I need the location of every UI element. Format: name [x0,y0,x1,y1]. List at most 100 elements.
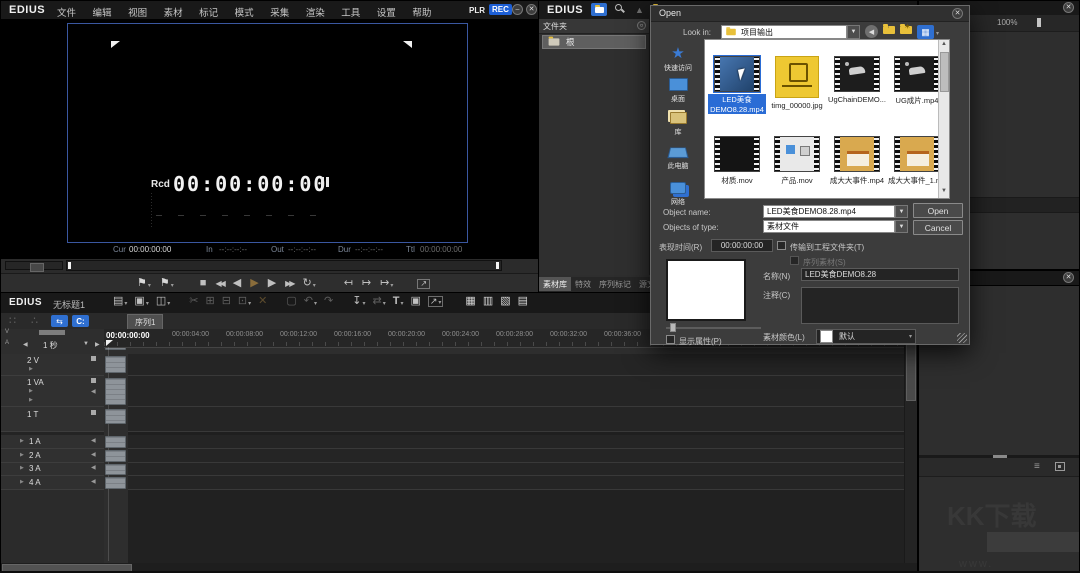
view-normal-button[interactable]: ▦ [465,296,475,307]
bin-root-folder-item[interactable]: 根 [542,35,646,49]
menu-mode[interactable]: 模式 [235,5,254,19]
plr-mode-label[interactable]: PLR [469,6,485,15]
right-bottom-close-icon[interactable]: ✕ [1063,272,1074,283]
timescale-inc-icon[interactable]: ▶ [95,341,100,348]
place-quick-access[interactable]: ★ 快速访问 [653,44,703,73]
track-expand-icon[interactable]: ▶ [20,438,24,444]
bin-folder-icon[interactable] [591,3,607,16]
menu-marker[interactable]: 标记 [199,5,218,19]
comment-field[interactable] [801,287,959,324]
look-in-dropdown-icon[interactable]: ▼ [847,25,860,39]
show-props-checkbox[interactable] [666,335,675,344]
menu-render[interactable]: 渲染 [306,5,325,19]
place-desktop[interactable]: 桌面 [653,78,703,104]
paste-button[interactable]: ⊟ [222,296,231,307]
tab-bin[interactable]: 素材库 [539,277,571,291]
lane-2v[interactable] [128,354,904,376]
track-header-1a[interactable]: ▶ 1 A ◀ [1,435,104,449]
name-field[interactable]: LED美食DEMO8.28 [801,268,959,281]
seek-out-handle[interactable] [496,262,499,269]
seek-bar[interactable] [66,260,502,271]
patch-4a[interactable] [105,477,126,489]
search-icon[interactable] [615,4,625,14]
objects-type-dropdown-icon[interactable]: ▼ [895,220,908,233]
file-scroll-thumb[interactable] [940,52,949,92]
patch-1va[interactable] [105,378,126,405]
track-speaker-icon[interactable]: ◀ [91,478,96,485]
next-edit-button[interactable]: ↦▾ [380,278,393,289]
track-speaker-icon[interactable]: ◀ [91,451,96,458]
new-folder-icon[interactable]: ✶ [900,26,912,36]
file-item-material[interactable]: 材质.mov [708,136,766,186]
copy-button[interactable]: ⊞ [205,296,214,307]
select-range-button[interactable]: ▢ [286,296,296,307]
cancel-button[interactable]: Cancel [913,220,963,235]
timescale-dropdown-icon[interactable]: ▼ [83,341,89,347]
lane-2a[interactable] [128,449,904,463]
shuttle-slider[interactable] [5,261,63,270]
track-speaker-icon[interactable]: ◀ [91,388,96,395]
cut-button[interactable]: ✂ [189,296,198,307]
track-expand-icon[interactable]: ▶ [20,452,24,458]
menu-capture[interactable]: 采集 [270,5,289,19]
menu-file[interactable]: 文件 [57,5,76,19]
transfer-checkbox[interactable] [777,241,786,250]
track-expand-icon[interactable]: ▶ [20,479,24,485]
match-frame-button[interactable]: ⇄▾ [372,296,385,307]
track-header-3a[interactable]: ▶ 3 A ◀ [1,463,104,476]
delete-button[interactable]: ✕ [258,296,267,307]
loop-button[interactable]: ↻▾ [302,278,315,289]
up-folder-icon[interactable]: ↑ [883,26,895,36]
zoom-slider[interactable] [1037,18,1041,27]
track-expand-icon[interactable]: ▶ [29,397,33,403]
object-name-field[interactable]: LED美食DEMO8.28.mp4 [763,205,895,218]
undo-button[interactable]: ↶▾ [304,296,317,307]
save-button[interactable]: ◫▾ [156,296,170,307]
file-item-ugchain[interactable]: UgChainDEMO... [828,56,886,104]
track-header-2a[interactable]: ▶ 2 A ◀ [1,449,104,463]
lane-4a[interactable] [128,476,904,490]
back-folder-icon[interactable]: ◀ [865,25,878,38]
stop-button[interactable]: ■ [200,278,207,289]
map-v-patch[interactable] [39,330,65,335]
object-name-dropdown-icon[interactable]: ▼ [895,205,908,218]
scroll-down-icon[interactable]: ▼ [941,188,947,194]
folders-pane-pin-icon[interactable]: ○ [637,21,646,30]
sequence-checkbox[interactable] [790,256,799,265]
save-project-button[interactable]: ▤▾ [113,296,127,307]
seek-in-handle[interactable] [68,262,71,269]
menu-settings[interactable]: 设置 [377,5,396,19]
timescale-dec-icon[interactable]: ◀ [23,341,28,348]
track-header-2v[interactable]: 2 V ▶ [1,354,104,376]
shuttle-thumb[interactable] [30,263,44,272]
file-list[interactable]: LED美食DEMO8.28.mp4 timg_00000.jpg UgChain… [704,39,950,199]
track-header-1t[interactable]: 1 T [1,407,104,432]
dialog-titlebar[interactable]: Open ✕ [651,6,969,22]
export-button[interactable]: ↗▾ [428,296,444,307]
insert-overwrite-mode-button[interactable]: ⇆ [51,315,68,327]
add-to-timeline-button[interactable]: ↧▾ [352,296,365,307]
prev-frame-button[interactable]: ◀ [233,278,241,289]
player-minimize-icon[interactable]: – [512,4,523,15]
track-header-4a[interactable]: ▶ 4 A ◀ [1,476,104,490]
track-expand-icon[interactable]: ▶ [29,366,33,372]
view-2-button[interactable]: ▥ [483,296,493,307]
patch-2a[interactable] [105,450,126,462]
track-expand-icon[interactable]: ▶ [20,465,24,471]
group-mode-icon[interactable]: ∷ [9,316,16,327]
set-in-flag-button[interactable]: ⚑▾ [137,278,151,289]
track-expand-icon[interactable]: ▶ [29,388,33,394]
scroll-up-icon[interactable]: ▲ [941,41,947,47]
list-view-icon[interactable]: ≡ [1034,461,1040,472]
file-list-scrollbar[interactable]: ▲ ▼ [938,40,950,198]
view-3-button[interactable]: ▧ [500,296,510,307]
clip-color-combobox[interactable]: 默认 ▾ [816,329,916,344]
play-button[interactable]: ▶ [250,278,258,289]
place-libraries[interactable]: 库 [653,112,703,137]
menu-help[interactable]: 帮助 [412,5,431,19]
lane-3a[interactable] [128,463,904,476]
look-in-combobox[interactable]: 项目输出 [721,25,847,39]
dialog-close-icon[interactable]: ✕ [952,8,963,19]
file-item-timg[interactable]: timg_00000.jpg [768,56,826,110]
place-this-pc[interactable]: 此电脑 [653,146,703,171]
